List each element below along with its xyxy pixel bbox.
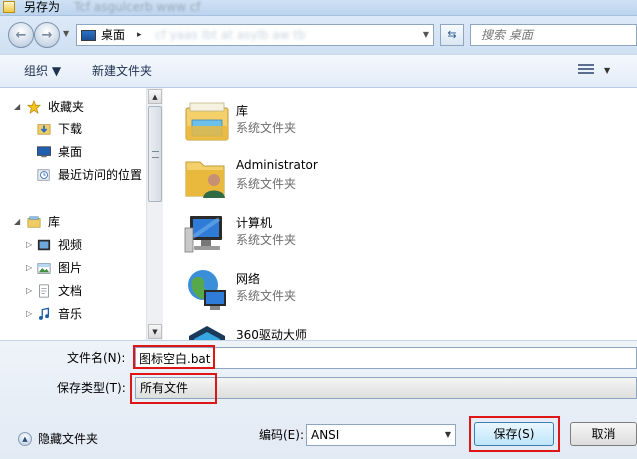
nav-label-documents: 文档 [58,284,83,298]
file-type: 系统文件夹 [236,121,297,135]
filename-highlight-box [133,345,215,369]
cancel-button[interactable]: 取消 [570,422,637,446]
navigation-pane: ◢ 收藏夹 下载 桌面 最近访问的位置 ◢ 库 ▷ 视频 ▷ 图片 ▷ 文档 ▷… [0,88,146,340]
encoding-select[interactable]: ANSI ▼ [306,424,456,446]
chevron-down-icon[interactable]: ▼ [445,425,451,445]
nav-label-recent: 最近访问的位置 [58,168,143,182]
recent-pages-dropdown[interactable]: ▼ [63,29,71,39]
documents-expander-icon[interactable]: ▷ [26,281,36,301]
file-item-computer[interactable]: 计算机 系统文件夹 [184,208,484,260]
file-name: Administrator [236,158,318,172]
scroll-down-arrow-icon[interactable]: ▼ [148,324,162,339]
refresh-button[interactable]: ⇆ [440,24,464,46]
nav-label-pictures: 图片 [58,261,83,275]
app-icon [189,326,225,340]
title-bar: 另存为 Tcf asgulcerb www cf [0,0,637,16]
save-button-highlight-box [469,416,560,452]
new-folder-button[interactable]: 新建文件夹 [92,55,152,87]
nav-label-favorites: 收藏夹 [48,100,85,114]
libraries-expander-icon[interactable]: ◢ [14,212,24,232]
chevron-up-icon: ▲ [18,432,32,446]
file-type: 系统文件夹 [236,177,297,191]
filename-label: 文件名(N): [67,351,126,365]
window-title: 另存为 [24,0,61,14]
nav-label-downloads: 下载 [58,122,83,136]
scrollbar-thumb[interactable] [148,106,162,202]
nav-label-videos: 视频 [58,238,83,252]
forward-arrow-icon: → [41,27,53,43]
address-location[interactable]: 桌面 [101,25,125,45]
file-name: 网络 [236,272,261,286]
pictures-expander-icon[interactable]: ▷ [26,258,36,278]
address-dropdown-icon[interactable]: ▼ [423,25,429,45]
address-row: ← → ▼ 桌面 ▸ cf yaas lbt at asylb aw tb ▼ … [0,16,637,54]
search-box[interactable] [470,24,637,46]
nav-label-desktop: 桌面 [58,145,83,159]
refresh-icon: ⇆ [447,28,457,41]
encoding-value: ANSI [311,428,340,442]
music-library-icon [39,307,50,320]
search-input[interactable] [471,25,636,45]
network-icon [188,270,226,310]
user-folder-icon [185,161,225,198]
back-button[interactable]: ← [8,22,34,48]
picture-library-icon [37,263,51,274]
desktop-icon [37,146,51,158]
file-type: 系统文件夹 [236,233,297,247]
music-expander-icon[interactable]: ▷ [26,304,36,324]
star-icon [26,100,42,114]
recent-places-icon [37,169,50,181]
file-list: 库 系统文件夹 Administrator 系统文件夹 计算机 系统文件夹 网络… [164,88,637,340]
forward-button[interactable]: → [34,22,60,48]
desktop-icon [81,30,96,41]
view-dropdown-icon[interactable]: ▼ [604,55,610,87]
organize-button[interactable]: 组织 ▼ [24,55,61,87]
hide-folders-label: 隐藏文件夹 [38,432,99,446]
favorites-expander-icon[interactable]: ◢ [14,97,24,117]
scrollbar-grip-icon [152,151,159,158]
breadcrumb-chevron-icon[interactable]: ▸ [137,25,142,45]
nav-pane-scrollbar[interactable]: ▲ ▼ [146,88,163,340]
notepad-app-icon [3,1,15,13]
downloads-folder-icon [37,124,51,135]
videos-expander-icon[interactable]: ▷ [26,235,36,255]
window-title-extra: Tcf asgulcerb www cf [74,0,201,14]
encoding-label: 编码(E): [259,428,304,442]
file-item-administrator[interactable]: Administrator 系统文件夹 [184,152,484,204]
file-item-network[interactable]: 网络 系统文件夹 [184,264,484,316]
address-bar[interactable]: 桌面 ▸ cf yaas lbt at asylb aw tb ▼ [76,24,434,46]
file-type: 系统文件夹 [236,289,297,303]
library-icon [185,102,229,141]
save-as-dialog: 另存为 Tcf asgulcerb www cf ← → ▼ 桌面 ▸ cf y… [0,0,637,459]
filetype-highlight-box [130,373,217,404]
scroll-up-arrow-icon[interactable]: ▲ [148,89,162,104]
filetype-label: 保存类型(T): [57,381,126,395]
file-name: 计算机 [236,216,273,230]
file-name: 360驱动大师 [236,328,307,340]
nav-label-music: 音乐 [58,307,83,321]
toolbar: 组织 ▼ 新建文件夹 ▼ [0,54,637,88]
library-icon [27,216,41,228]
address-ghost-path: cf yaas lbt at asylb aw tb [155,28,306,42]
file-item-library[interactable]: 库 系统文件夹 [184,96,484,148]
view-options-icon[interactable] [578,64,594,78]
file-name: 库 [236,104,249,118]
document-library-icon [39,284,49,298]
video-library-icon [37,239,51,251]
back-arrow-icon: ← [15,27,27,43]
nav-label-libraries: 库 [48,215,61,229]
computer-icon [184,216,222,253]
file-item-360-driver[interactable]: 360驱动大师 [184,320,484,340]
